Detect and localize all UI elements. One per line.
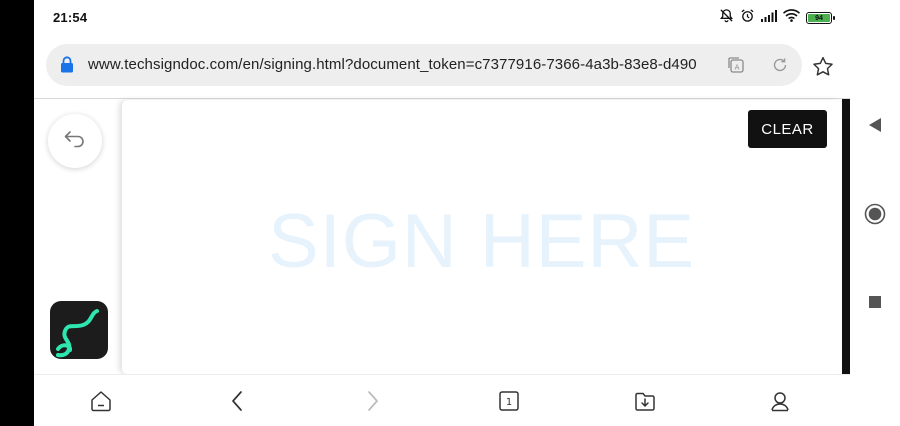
back-icon[interactable] [222,387,252,415]
home-icon[interactable] [86,387,116,415]
undo-icon [63,130,87,153]
address-bar[interactable]: www.techsigndoc.com/en/signing.html?docu… [46,44,802,86]
alarm-icon [740,8,755,28]
tabs-icon: 1 [499,391,519,411]
signature-pad[interactable]: SIGN HERE CLEAR [122,100,841,374]
mute-bell-icon [719,8,734,28]
profile-icon[interactable] [765,387,795,415]
wifi-icon [782,9,801,27]
signal-icon [761,9,777,27]
svg-text:A: A [735,64,740,72]
url-text[interactable]: www.techsigndoc.com/en/signing.html?docu… [88,56,708,73]
phone-screen: 21:54 94 www.techsigndoc.com/en/signing.… [34,0,850,426]
sign-here-placeholder: SIGN HERE [267,199,696,284]
star-icon[interactable] [808,52,838,80]
undo-button[interactable] [48,114,102,168]
system-nav-bar [850,0,900,426]
translate-icon[interactable]: A [724,53,748,77]
status-time: 21:54 [53,10,88,25]
app-logo [50,301,108,359]
web-page: SIGN HERE CLEAR [34,99,850,374]
device-bezel [0,0,34,426]
clear-button[interactable]: CLEAR [748,110,827,148]
reload-icon[interactable] [768,53,792,77]
page-edge [842,99,850,374]
nav-recents-icon[interactable] [850,282,900,322]
status-bar: 21:54 94 [34,0,850,36]
battery-level: 94 [808,14,830,22]
nav-home-icon[interactable] [850,194,900,234]
forward-icon[interactable] [358,387,388,415]
tabs-button[interactable]: 1 [494,387,524,415]
lock-icon[interactable] [60,56,74,78]
tab-count: 1 [506,397,512,408]
nav-back-icon[interactable] [850,105,900,145]
battery-icon: 94 [806,12,835,24]
downloads-icon[interactable] [630,387,660,415]
browser-bottom-toolbar: 1 [34,374,850,426]
status-icons: 94 [719,8,835,28]
